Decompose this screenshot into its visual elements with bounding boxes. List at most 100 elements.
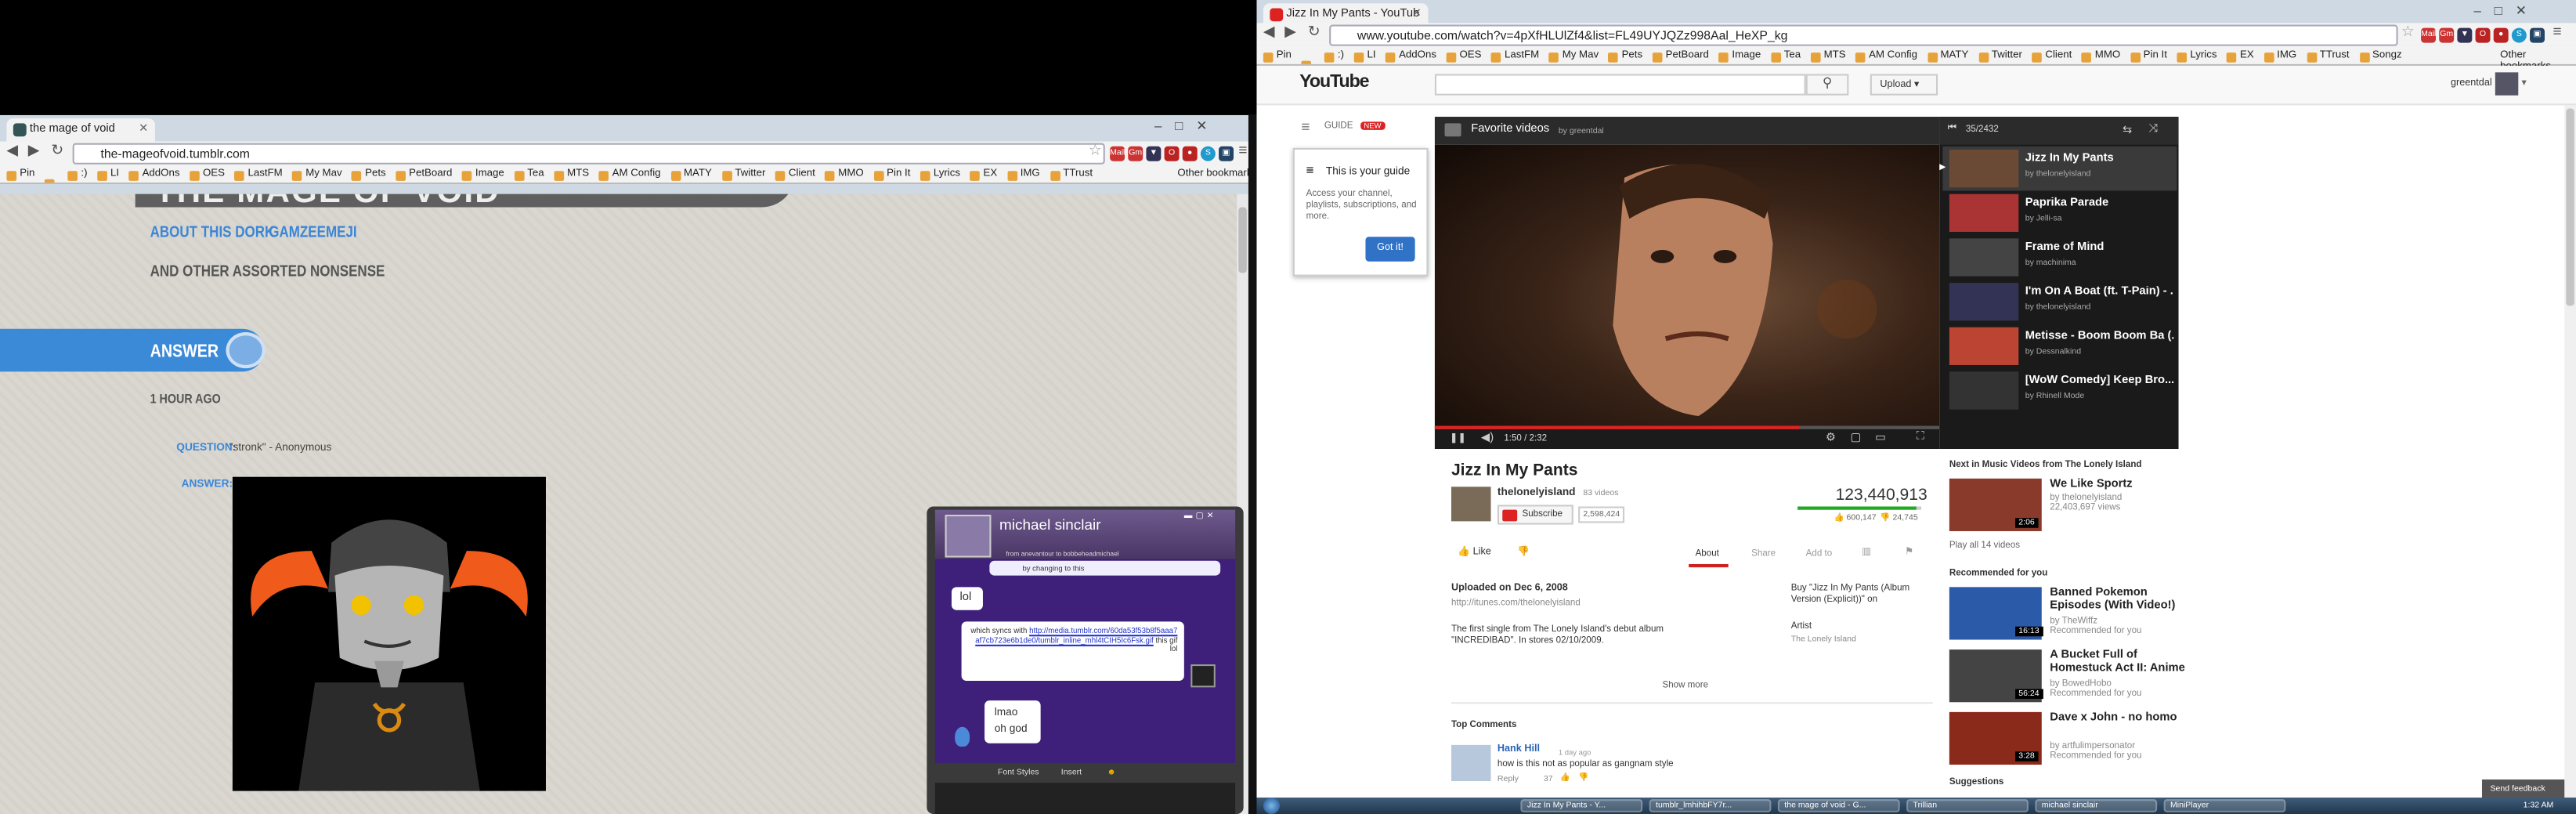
bookmark-item[interactable]: MATY <box>670 168 712 181</box>
yt-search-input[interactable] <box>1434 74 1806 96</box>
send-feedback-button[interactable]: Send feedback <box>2481 779 2565 798</box>
bookmark-item[interactable]: LI <box>1353 49 1376 63</box>
channel-name[interactable]: thelonelyisland <box>1498 487 1576 498</box>
play-all-link[interactable]: Play all 14 videos <box>1949 541 2020 552</box>
ext-icon-4[interactable]: O <box>2475 27 2491 43</box>
volume-icon[interactable]: ◀) <box>1481 431 1494 444</box>
ext-icon-6[interactable]: ▣ <box>1219 146 1234 161</box>
right-scroll-thumb[interactable] <box>2566 108 2574 306</box>
yt-avatar[interactable] <box>2495 72 2519 96</box>
left-address-bar[interactable]: the-mageofvoid.tumblr.com <box>72 143 1105 165</box>
bookmark-item[interactable]: LastFM <box>1491 49 1539 63</box>
tab-addto[interactable]: Add to <box>1806 549 1832 559</box>
playlist-item[interactable]: ▶ Jizz In My Pants by thelonelyisland <box>1939 146 2177 191</box>
subscribe-button[interactable]: Subscribe <box>1497 505 1573 525</box>
ext-icon-4[interactable]: O <box>1164 146 1180 161</box>
channel-video-count[interactable]: 83 videos <box>1583 488 1618 498</box>
left-tab[interactable]: the mage of void ✕ <box>6 118 155 142</box>
bookmark-item[interactable]: Pin <box>6 168 34 181</box>
bookmark-item[interactable]: My Mav <box>1548 49 1599 63</box>
bookmark-item[interactable]: Lyrics <box>920 168 960 181</box>
flag-icon[interactable]: ⚑ <box>1905 546 1913 558</box>
star-icon[interactable]: ☆ <box>2401 23 2415 41</box>
close-tab-icon[interactable]: ✕ <box>1412 6 1422 20</box>
bookmark-item[interactable]: TTrust <box>1050 168 1093 181</box>
playlist-title[interactable]: Favorite videos <box>1471 123 1549 135</box>
skype-icon[interactable]: S <box>2511 27 2527 43</box>
comment-thumb-down-icon[interactable]: 👎 <box>1578 773 1588 783</box>
ext-icon-1[interactable]: Mail <box>1110 146 1125 161</box>
bookmark-item[interactable]: Pets <box>352 168 386 181</box>
maximize-icon[interactable]: □ <box>1175 118 1196 133</box>
forward-icon[interactable]: ▶ <box>1284 23 1296 41</box>
ext-icon-3[interactable]: ▼ <box>1146 146 1162 161</box>
bookmark-item[interactable]: Lyrics <box>2177 49 2217 63</box>
stats-icon[interactable]: ▥ <box>1862 546 1871 558</box>
bookmark-item[interactable]: AddOns <box>1386 49 1436 63</box>
close-window-icon[interactable]: ✕ <box>1196 118 1220 133</box>
taskbar-button[interactable]: Jizz In My Pants - Y... <box>1520 799 1643 812</box>
bookmark-item[interactable]: MTS <box>1810 49 1846 63</box>
minimize-icon[interactable]: – <box>1154 118 1175 133</box>
bookmark-item[interactable]: EX <box>970 168 997 181</box>
taskbar-button[interactable]: tumblr_lmhihbFY7r... <box>1649 799 1772 812</box>
right-address-bar[interactable]: www.youtube.com/watch?v=4pXfHLUlZf4&list… <box>1329 24 2398 46</box>
playlist-item[interactable]: I'm On A Boat (ft. T-Pain) - ... by thelo… <box>1942 280 2177 324</box>
rec-video[interactable]: 3:28 Dave x John - no homo by artfulimpers… <box>1949 711 2197 775</box>
annotations-icon[interactable]: ▢ <box>1851 431 1862 444</box>
comment-thumb-up-icon[interactable]: 👍 <box>1560 773 1570 783</box>
star-icon[interactable]: ☆ <box>1089 142 1102 160</box>
font-styles-button[interactable]: Font Styles <box>998 768 1039 778</box>
settings-icon[interactable]: ⚙ <box>1826 431 1836 444</box>
taskbar-button[interactable]: michael sinclair <box>2035 799 2158 812</box>
show-more-button[interactable]: Show more <box>1662 681 1708 691</box>
back-icon[interactable]: ◀ <box>1263 23 1275 41</box>
reload-icon[interactable]: ↻ <box>1308 23 1321 41</box>
bookmark-item[interactable]: :) <box>67 168 88 181</box>
bookmark-item[interactable]: Client <box>2032 49 2072 63</box>
next-video[interactable]: 2:06 We Like Sportz by thelonelyisland 2… <box>1949 478 2197 541</box>
start-button[interactable] <box>1263 798 1280 814</box>
bookmark-item[interactable]: PetBoard <box>396 168 452 181</box>
blog-title[interactable]: THE MAGE OF VOID <box>155 194 500 212</box>
nav-about-link[interactable]: ABOUT THIS DORK <box>150 223 275 241</box>
bookmark-item[interactable]: IMG <box>1006 168 1040 181</box>
bookmark-item[interactable]: LastFM <box>234 168 283 181</box>
bookmark-item[interactable]: OES <box>1446 49 1482 63</box>
playlist-by[interactable]: by greentdal <box>1559 127 1604 137</box>
playlist-item[interactable]: Metisse - Boom Boom Ba (... by Dessnalkin… <box>1942 324 2177 369</box>
small-player-icon[interactable]: ▭ <box>1875 431 1886 444</box>
buy-link[interactable]: Buy "Jizz In My Pants (Album Version (Ex… <box>1791 584 1933 606</box>
emoticon-icon[interactable]: ☻ <box>1107 768 1116 778</box>
yt-avatar-chevron-icon[interactable]: ▾ <box>2522 78 2527 89</box>
chat-input[interactable] <box>934 783 1236 814</box>
shuffle-icon[interactable]: ⤨ <box>2149 123 2159 136</box>
back-icon[interactable]: ◀ <box>6 142 18 160</box>
ext-icon-5[interactable]: ● <box>2493 27 2509 43</box>
bookmark-item[interactable]: MATY <box>1927 49 1968 63</box>
reload-icon[interactable]: ↻ <box>51 142 63 160</box>
ext-icon-5[interactable]: ● <box>1182 146 1198 161</box>
bookmark-item[interactable]: Pin <box>1263 49 1292 63</box>
chat-close-icon[interactable]: ✕ <box>1207 512 1217 522</box>
bookmark-item[interactable]: PetBoard <box>1652 49 1709 63</box>
bookmark-item[interactable]: EX <box>2227 49 2254 63</box>
playlist-item[interactable]: [WoW Comedy] Keep Bro... by Rhinell Mode <box>1942 368 2177 413</box>
artist-name[interactable]: The Lonely Island <box>1791 635 1856 645</box>
bookmark-item[interactable]: Image <box>462 168 504 181</box>
itunes-link[interactable]: http://itunes.com/thelonelyisland <box>1451 599 1581 609</box>
ext-icon-1[interactable]: Mail <box>2421 27 2436 43</box>
taskbar-button[interactable]: Trillian <box>1906 799 2029 812</box>
rec-video[interactable]: 56:24 A Bucket Full of Homestuck Act II: … <box>1949 649 2197 712</box>
bookmark-item[interactable]: Tea <box>1770 49 1801 63</box>
guide-menu-icon[interactable]: ≡ <box>1301 118 1310 135</box>
skype-icon[interactable]: S <box>1200 146 1216 161</box>
bookmark-item[interactable]: MMO <box>825 168 864 181</box>
taskbar-button[interactable]: the mage of void - G... <box>1777 799 1900 812</box>
bookmark-item[interactable]: AddOns <box>128 168 180 181</box>
loop-icon[interactable]: ⇆ <box>2123 123 2132 137</box>
prev-video-icon[interactable]: ⏮ <box>1948 123 1956 135</box>
yt-user-name[interactable]: greentdal <box>2451 79 2492 89</box>
bookmark-item[interactable]: Pin It <box>873 168 910 181</box>
menu-icon[interactable]: ≡ <box>2553 23 2562 39</box>
